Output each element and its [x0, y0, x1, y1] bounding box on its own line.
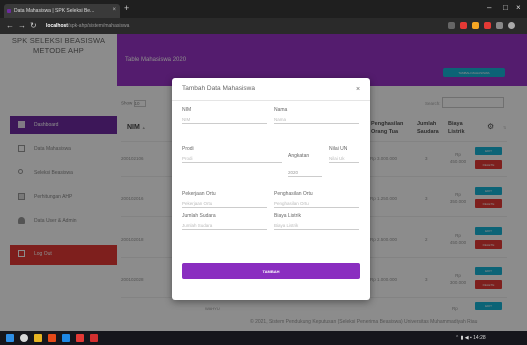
extension-icon[interactable]: [472, 22, 479, 29]
penghasilan-field[interactable]: [274, 198, 359, 208]
prodi-label: Prodi: [182, 146, 194, 152]
url-path: /spk-ahp/sistem/mahasiswa: [67, 23, 130, 29]
profile-avatar[interactable]: [508, 22, 515, 29]
maximize-button[interactable]: □: [503, 3, 508, 12]
browser-tab-bar: Data Mahasiswa | SPK Seleksi Be... × + –…: [0, 0, 527, 18]
extension-icon[interactable]: [496, 22, 503, 29]
tab-close-icon[interactable]: ×: [112, 7, 116, 13]
app-icon[interactable]: [76, 334, 84, 342]
reload-button[interactable]: ↻: [30, 21, 37, 30]
prodi-field[interactable]: [182, 153, 282, 163]
tab-title: Data Mahasiswa | SPK Seleksi Be...: [14, 8, 95, 14]
jumlah-saudara-label: Jumlah Sudara: [182, 213, 216, 219]
modal-title: Tambah Data Mahasiswa: [182, 85, 255, 92]
start-menu-icon[interactable]: [6, 334, 14, 342]
nim-field[interactable]: [182, 114, 267, 124]
minimize-button[interactable]: –: [487, 3, 491, 12]
modal-divider: [172, 100, 370, 101]
penghasilan-label: Penghasilan Ortu: [274, 191, 313, 197]
nilai-un-label: Nilai UN: [329, 146, 348, 152]
nama-field[interactable]: [274, 114, 359, 124]
nilai-un-field[interactable]: [329, 153, 359, 163]
app-icon[interactable]: [90, 334, 98, 342]
biaya-listrik-field[interactable]: [274, 220, 359, 230]
forward-button[interactable]: →: [18, 21, 26, 30]
file-explorer-icon[interactable]: [34, 334, 42, 342]
add-student-modal: Tambah Data Mahasiswa × NIM Nama Prodi A…: [172, 78, 370, 300]
extension-icon[interactable]: [448, 22, 455, 29]
os-taskbar: ⌃ ▮ ◀ ▪ 14:28: [0, 331, 527, 345]
pekerjaan-field[interactable]: [182, 198, 267, 208]
angkatan-field[interactable]: [288, 167, 322, 177]
new-tab-button[interactable]: +: [124, 3, 129, 13]
system-tray: ⌃ ▮ ◀ ▪ 14:28: [455, 335, 486, 341]
nama-label: Nama: [274, 107, 288, 113]
url-field[interactable]: localhost/spk-ahp/sistem/mahasiswa: [46, 21, 346, 31]
browser-tab[interactable]: Data Mahasiswa | SPK Seleksi Be... ×: [4, 4, 120, 18]
biaya-listrik-label: Biaya Listrik: [274, 213, 301, 219]
extension-icon[interactable]: [460, 22, 467, 29]
search-icon[interactable]: [20, 334, 28, 342]
favicon-icon: [7, 9, 11, 13]
tambah-submit-button[interactable]: TAMBAH: [182, 263, 360, 279]
modal-close-icon[interactable]: ×: [356, 86, 360, 93]
angkatan-label: Angkatan: [288, 153, 310, 159]
back-button[interactable]: ←: [6, 21, 14, 30]
jumlah-saudara-field[interactable]: [182, 220, 267, 230]
pekerjaan-label: Pekerjaan Ortu: [182, 191, 216, 197]
app-icon[interactable]: [48, 334, 56, 342]
nim-label: NIM: [182, 107, 192, 113]
clock[interactable]: 14:28: [473, 335, 486, 341]
address-bar-row: ← → ↻ localhost/spk-ahp/sistem/mahasiswa: [0, 18, 527, 34]
tray-icons: ⌃ ▮ ◀ ▪: [455, 335, 474, 341]
close-window-button[interactable]: ×: [516, 3, 521, 12]
extension-icon[interactable]: [484, 22, 491, 29]
app-icon[interactable]: [62, 334, 70, 342]
url-host: localhost: [46, 23, 68, 29]
